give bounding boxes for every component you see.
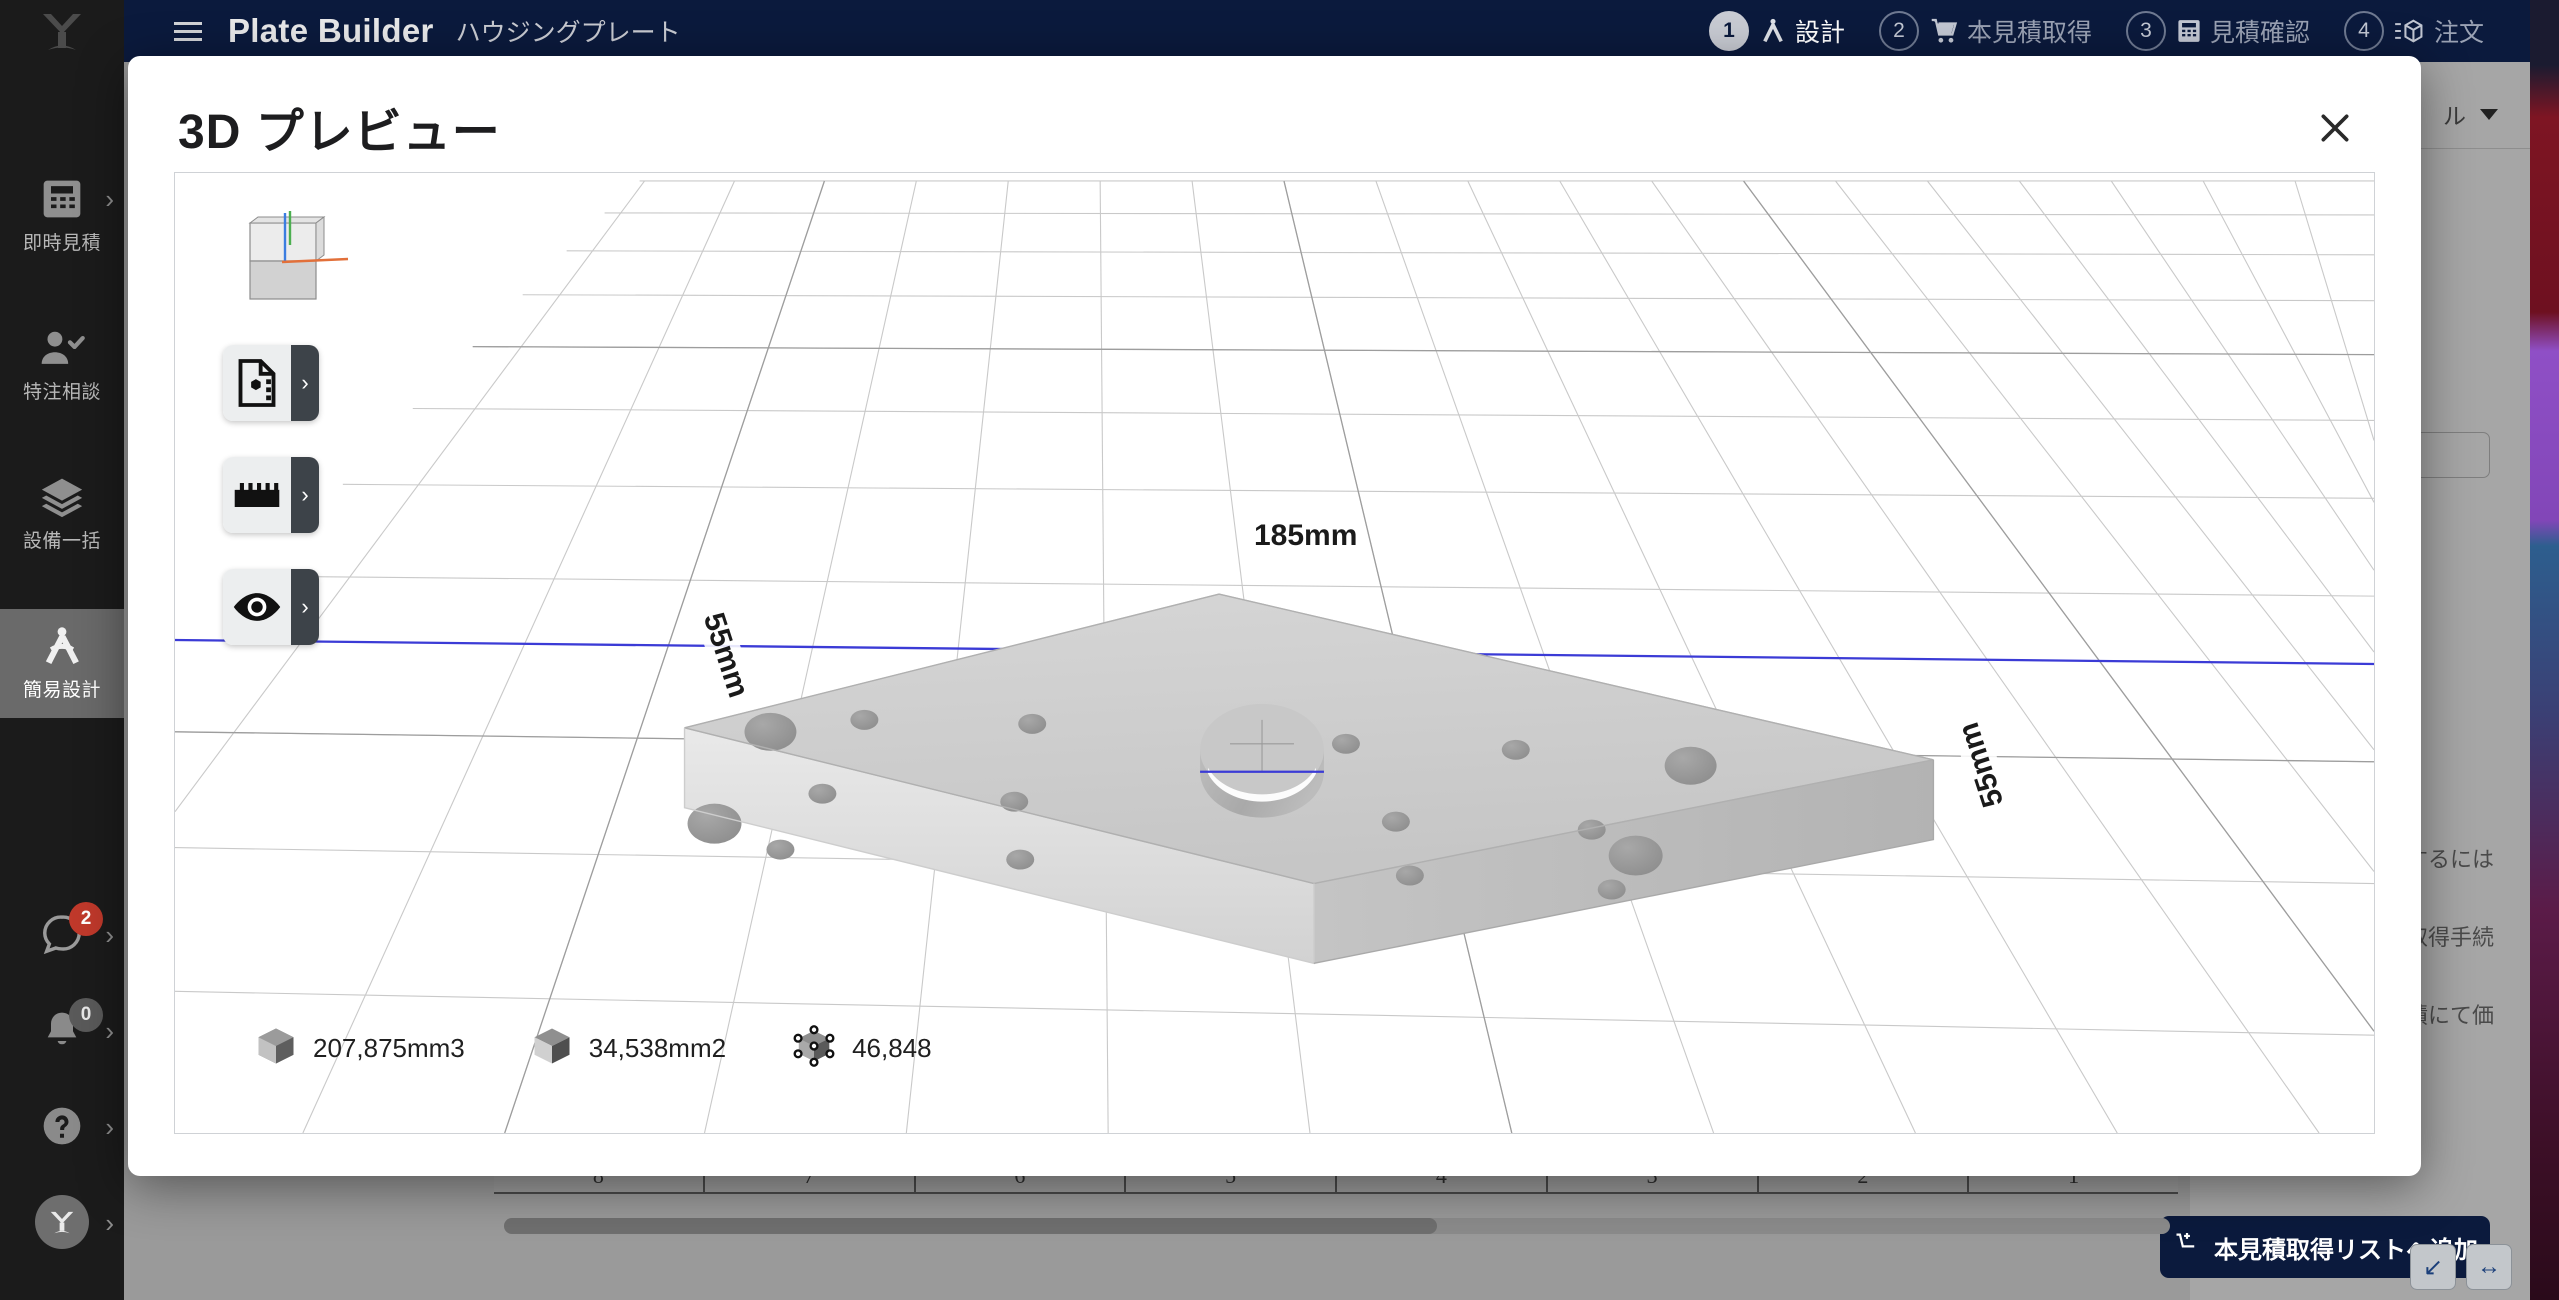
orientation-cube-icon[interactable] xyxy=(230,205,350,305)
step-number: 3 xyxy=(2125,11,2166,51)
app-title: Plate Builder xyxy=(228,12,434,49)
step-label: 注文 xyxy=(2433,19,2484,47)
layers-icon xyxy=(39,474,85,520)
step-confirm-quote[interactable]: 3 見積確認 xyxy=(2125,11,2310,51)
sidebar-item-instant-quote[interactable]: 即時見積 › xyxy=(0,162,124,271)
3d-viewport[interactable]: 185mm 55mm 55mm › › › 207,875mm3 34,538m… xyxy=(174,172,2375,1134)
dimension-length-label: 185mm xyxy=(1250,519,1362,553)
visibility-tool-button[interactable]: › xyxy=(223,569,319,645)
step-get-quote[interactable]: 2 本見積取得 xyxy=(1878,11,2092,51)
measure-tool-button[interactable]: › xyxy=(223,457,319,533)
sidebar-item-label: 特注相談 xyxy=(22,382,101,403)
chat-button[interactable]: 2 › xyxy=(0,886,124,982)
cart-icon xyxy=(1929,16,1959,46)
file-part-icon xyxy=(223,345,291,421)
step-label: 設計 xyxy=(1794,19,1845,47)
help-button[interactable]: › xyxy=(0,1078,124,1174)
step-order[interactable]: 4 注文 xyxy=(2343,11,2484,51)
sidebar-item-simple-design[interactable]: 簡易設計 xyxy=(0,609,124,718)
sidebar-primary-group: 即時見積 › 特注相談 設備一括 簡易設計 xyxy=(0,162,124,758)
document-title: ハウジングプレート xyxy=(455,19,681,47)
ruler-measure-icon xyxy=(223,457,291,533)
stat-vertices: 46,848 xyxy=(792,1024,932,1073)
model-statistics: 207,875mm3 34,538mm2 46,848 xyxy=(255,1024,932,1073)
preview-modal: 3D プレビュー 185mm 55mm 55mm › › › 207,875mm… xyxy=(128,56,2421,1176)
step-label: 本見積取得 xyxy=(1966,19,2092,47)
step-label: 見積確認 xyxy=(2209,19,2310,47)
chevron-right-icon[interactable]: › xyxy=(291,457,319,533)
vertices-icon xyxy=(792,1024,836,1073)
fit-width-icon: ↔ xyxy=(2477,1253,2501,1280)
viewer-toolbar: › › › xyxy=(223,345,319,645)
desktop-wallpaper xyxy=(2530,0,2559,1300)
compass-icon xyxy=(39,623,85,669)
fit-width-button[interactable]: ↔ xyxy=(2466,1244,2512,1290)
sidebar-item-equipment-bulk[interactable]: 設備一括 xyxy=(0,460,124,569)
top-bar: Plate Builder ハウジングプレート 1 設計 2 本見積取得 3 見… xyxy=(124,0,2530,62)
sidebar-item-label: 簡易設計 xyxy=(22,680,101,701)
cart-plus-icon xyxy=(2172,1230,2202,1265)
page-title: 3D プレビュー xyxy=(178,106,501,159)
material-select-value: ル xyxy=(2443,103,2466,129)
calculator-icon xyxy=(2176,16,2202,46)
volume-cube-icon xyxy=(255,1025,297,1072)
sidebar-item-custom-consult[interactable]: 特注相談 xyxy=(0,311,124,420)
step-number: 2 xyxy=(1878,11,1919,51)
sidebar-item-label: 設備一括 xyxy=(22,531,101,552)
chevron-right-icon: › xyxy=(105,920,114,950)
scrollbar-thumb[interactable] xyxy=(504,1218,1437,1234)
chevron-down-icon xyxy=(2480,108,2498,120)
person-check-icon xyxy=(39,325,85,371)
compass-icon xyxy=(1759,16,1787,46)
arrow-down-left-icon: ↙ xyxy=(2422,1253,2444,1281)
chevron-right-icon: › xyxy=(105,184,114,214)
chevron-right-icon[interactable]: › xyxy=(291,569,319,645)
part-file-tool-button[interactable]: › xyxy=(223,345,319,421)
chevron-right-icon: › xyxy=(105,1112,114,1142)
sidebar-bottom-group: 2 › 0 › › › xyxy=(0,886,124,1300)
step-indicator: 1 設計 2 本見積取得 3 見積確認 4 注文 xyxy=(1675,11,2484,51)
chat-badge: 2 xyxy=(69,902,103,936)
stat-value: 46,848 xyxy=(852,1033,932,1063)
chevron-right-icon: › xyxy=(105,1208,114,1238)
avatar[interactable]: › xyxy=(0,1174,124,1270)
stat-volume: 207,875mm3 xyxy=(255,1025,465,1072)
horizontal-scrollbar[interactable] xyxy=(504,1218,2170,1234)
notifications-button[interactable]: 0 › xyxy=(0,982,124,1078)
stat-value: 34,538mm2 xyxy=(588,1033,727,1063)
step-number: 4 xyxy=(2343,11,2384,51)
stat-surface-area: 34,538mm2 xyxy=(531,1025,726,1072)
chevron-right-icon[interactable]: › xyxy=(291,345,319,421)
sidebar-item-label: 即時見積 xyxy=(22,233,101,254)
modal-header: 3D プレビュー xyxy=(128,56,2421,172)
eye-visibility-icon xyxy=(223,569,291,645)
close-icon[interactable] xyxy=(2307,100,2363,156)
box-order-icon xyxy=(2394,16,2426,46)
calculator-icon xyxy=(40,176,84,222)
stat-value: 207,875mm3 xyxy=(313,1033,465,1063)
notification-badge: 0 xyxy=(69,998,103,1032)
hamburger-icon[interactable] xyxy=(174,21,202,41)
surface-area-icon xyxy=(531,1025,573,1072)
brand-logo-icon[interactable] xyxy=(0,0,124,62)
step-number: 1 xyxy=(1708,11,1749,51)
collapse-button[interactable]: ↙ xyxy=(2410,1244,2456,1290)
chevron-right-icon: › xyxy=(105,1016,114,1046)
scene-canvas xyxy=(175,173,2374,1133)
left-sidebar: 即時見積 › 特注相談 設備一括 簡易設計 2 › 0 › › › xyxy=(0,0,124,1300)
step-design[interactable]: 1 設計 xyxy=(1708,11,1845,51)
avatar-icon xyxy=(35,1195,89,1249)
